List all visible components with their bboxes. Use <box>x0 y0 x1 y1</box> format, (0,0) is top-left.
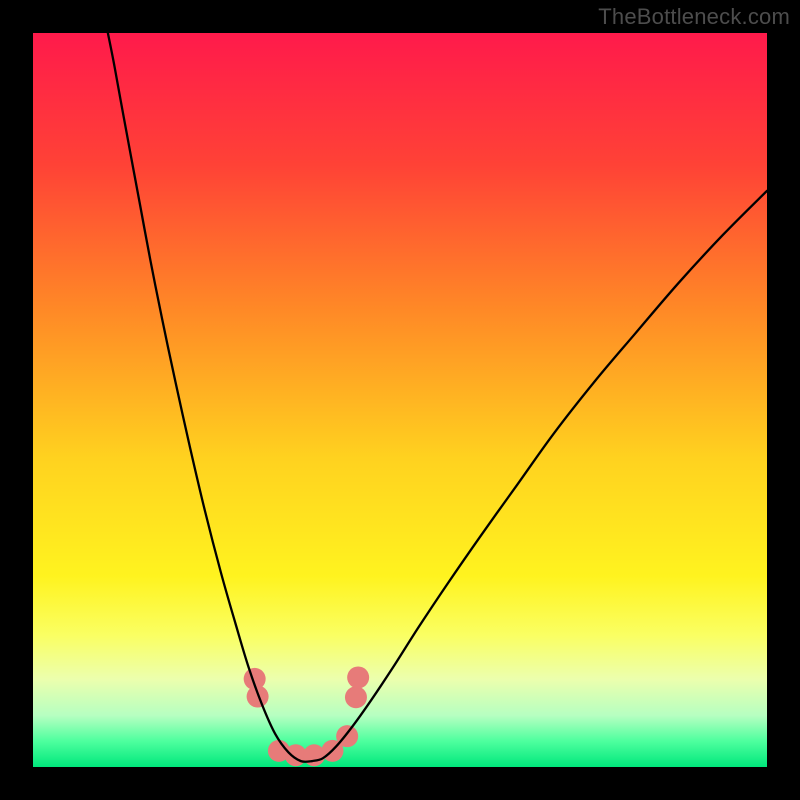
chart-container: { "watermark": "TheBottleneck.com", "cha… <box>0 0 800 800</box>
marker-dot <box>347 666 369 688</box>
marker-dot <box>345 686 367 708</box>
watermark-text: TheBottleneck.com <box>598 4 790 30</box>
marker-dot <box>303 744 325 766</box>
marker-dot <box>247 686 269 708</box>
bottleneck-chart <box>0 0 800 800</box>
